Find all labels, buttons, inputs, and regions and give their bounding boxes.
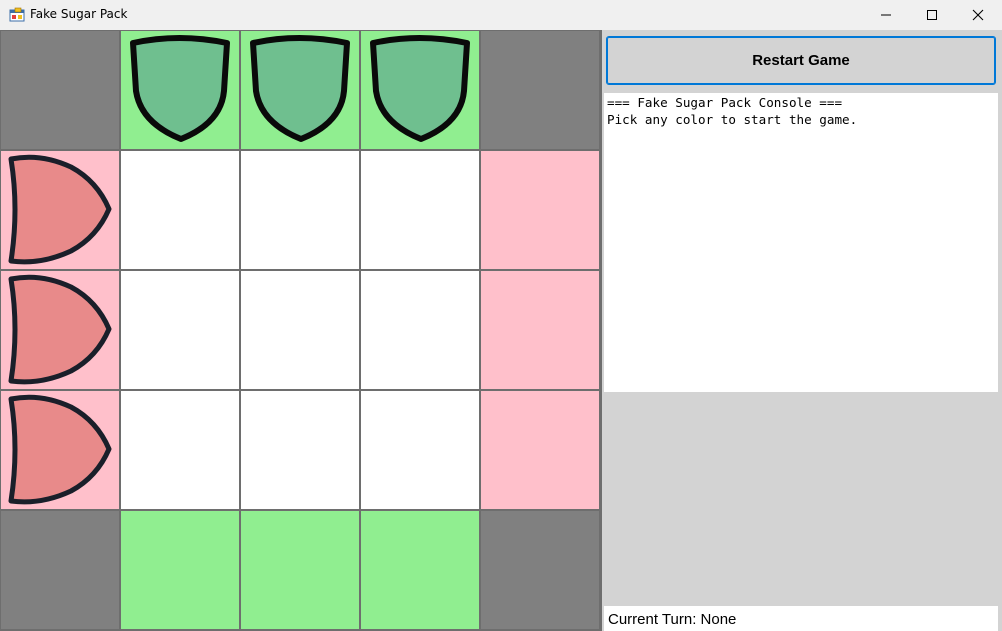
board-cell-white[interactable] bbox=[121, 271, 239, 389]
board-cell-green[interactable] bbox=[121, 31, 239, 149]
board-cell-pink[interactable] bbox=[1, 391, 119, 509]
board-cell-gray[interactable] bbox=[481, 31, 599, 149]
board-cell-white[interactable] bbox=[121, 151, 239, 269]
board-cell-white[interactable] bbox=[361, 271, 479, 389]
green-shield-icon bbox=[130, 35, 230, 142]
title-bar: Fake Sugar Pack bbox=[0, 0, 1002, 30]
console-output[interactable]: === Fake Sugar Pack Console === Pick any … bbox=[604, 93, 998, 392]
board-cell-white[interactable] bbox=[241, 271, 359, 389]
window-title: Fake Sugar Pack bbox=[30, 7, 128, 21]
pink-arrow-piece-icon bbox=[8, 274, 112, 385]
board-cell-pink[interactable] bbox=[481, 151, 599, 269]
green-shield-icon bbox=[250, 35, 350, 142]
restart-game-button[interactable]: Restart Game bbox=[606, 36, 996, 85]
pink-arrow-piece-icon bbox=[8, 154, 112, 265]
board-cell-green[interactable] bbox=[241, 31, 359, 149]
board-cell-gray[interactable] bbox=[481, 511, 599, 629]
current-turn-status: Current Turn: None bbox=[604, 606, 998, 631]
app-window-icon bbox=[9, 7, 25, 22]
board-cell-white[interactable] bbox=[241, 151, 359, 269]
green-shield-icon bbox=[370, 35, 470, 142]
side-panel: Restart Game === Fake Sugar Pack Console… bbox=[602, 30, 1002, 631]
minimize-icon bbox=[881, 14, 891, 16]
close-icon bbox=[972, 9, 984, 21]
console-line: Pick any color to start the game. bbox=[607, 112, 858, 127]
board-cell-green[interactable] bbox=[361, 511, 479, 629]
board-cell-gray[interactable] bbox=[1, 31, 119, 149]
board-cell-green[interactable] bbox=[241, 511, 359, 629]
board-cell-pink[interactable] bbox=[1, 271, 119, 389]
board-cell-gray[interactable] bbox=[1, 511, 119, 629]
game-board bbox=[0, 30, 602, 631]
minimize-button[interactable] bbox=[863, 0, 909, 30]
board-cell-pink[interactable] bbox=[481, 391, 599, 509]
pink-arrow-piece-icon bbox=[8, 394, 112, 505]
board-cell-green[interactable] bbox=[361, 31, 479, 149]
board-cell-white[interactable] bbox=[361, 151, 479, 269]
board-cell-white[interactable] bbox=[361, 391, 479, 509]
console-line: === Fake Sugar Pack Console === bbox=[607, 95, 843, 110]
board-cell-white[interactable] bbox=[121, 391, 239, 509]
maximize-button[interactable] bbox=[909, 0, 955, 30]
board-cell-white[interactable] bbox=[241, 391, 359, 509]
board-cell-pink[interactable] bbox=[1, 151, 119, 269]
close-button[interactable] bbox=[955, 0, 1001, 30]
board-cell-pink[interactable] bbox=[481, 271, 599, 389]
maximize-icon bbox=[927, 10, 937, 20]
board-cell-green[interactable] bbox=[121, 511, 239, 629]
